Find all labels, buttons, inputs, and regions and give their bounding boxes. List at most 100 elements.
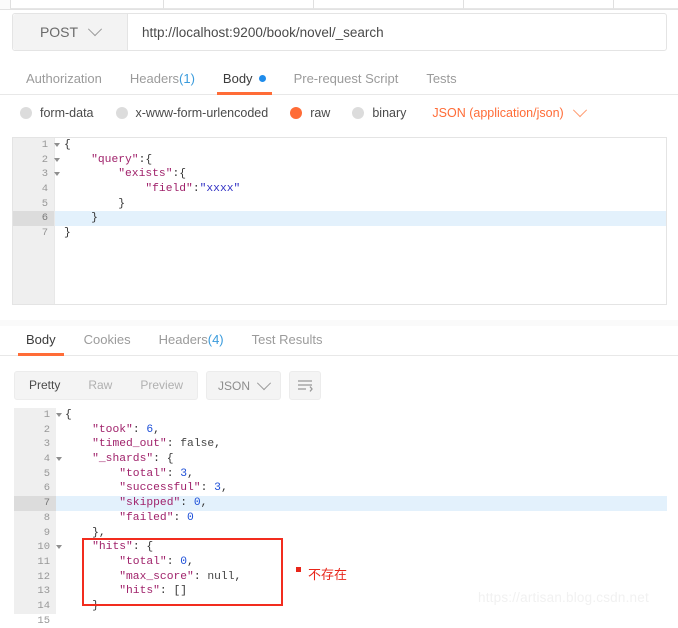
request-editor-gutter: 1234567 [13,138,55,304]
response-tab-cookies[interactable]: Cookies [70,324,145,356]
response-body-editor[interactable]: 123456789101112131415 { "took": 6, "time… [14,408,667,614]
browser-tab-fragment[interactable] [10,0,167,9]
code-line: "max_score": null, [56,570,667,585]
tab-label: Authorization [26,71,102,86]
tab-authorization[interactable]: Authorization [12,62,116,95]
unsaved-dot-icon [259,75,266,82]
browser-tab-fragment[interactable] [613,0,678,9]
tab-label: Headers [159,332,208,347]
line-number: 5 [14,467,56,482]
line-number: 12 [14,570,56,585]
response-view-mode-group: PrettyRawPreview [14,371,198,400]
pane-splitter[interactable] [0,306,678,321]
line-number: 3 [14,437,56,452]
annotation-marker-icon [296,567,301,572]
line-number: 4 [14,452,56,467]
browser-tab-fragment[interactable] [163,0,317,9]
line-number: 10 [14,540,56,555]
tab-pre-request-script[interactable]: Pre-request Script [280,62,413,95]
content-type-selector[interactable]: JSON (application/json) [432,106,584,120]
line-number: 8 [14,511,56,526]
code-line: { [55,138,666,153]
line-number: 1 [14,408,56,423]
watermark: https://artisan.blog.csdn.net [478,590,649,605]
tab-tests[interactable]: Tests [412,62,470,95]
tab-label: Headers [130,71,179,86]
body-type-label: binary [372,106,406,120]
code-line: } [55,226,666,241]
tab-label: Tests [426,71,456,86]
body-type-label: form-data [40,106,94,120]
response-editor-code[interactable]: { "took": 6, "timed_out": false, "_shard… [56,408,667,614]
request-body-editor[interactable]: 1234567 { "query":{ "exists":{ "field":"… [12,137,667,305]
line-number: 7 [14,496,56,511]
radio-icon [352,107,364,119]
tab-label: Pre-request Script [294,71,399,86]
chevron-down-icon [88,22,102,36]
response-tab-headers[interactable]: Headers (4) [145,324,238,356]
radio-icon [290,107,302,119]
code-line: "skipped": 0, [56,496,667,511]
browser-tab-fragment[interactable] [313,0,467,9]
request-tabs: Authorization Headers (1) Body Pre-request … [0,62,678,95]
line-number: 2 [13,153,54,168]
response-tab-body[interactable]: Body [12,324,70,356]
annotation-note: 不存在 [296,564,347,583]
annotation-text: 不存在 [308,564,347,583]
chevron-down-icon [573,103,587,117]
code-line: }, [56,526,667,541]
response-format-label: JSON [218,379,250,393]
body-type-form-data[interactable]: form-data [20,106,94,120]
request-url-input[interactable]: http://localhost:9200/book/novel/_search [128,14,666,50]
code-line: "hits": { [56,540,667,555]
response-format-selector[interactable]: JSON [206,371,281,400]
line-number: 2 [14,423,56,438]
code-line: "query":{ [55,153,666,168]
chevron-down-icon [257,376,271,390]
code-line: } [55,197,666,212]
code-line: "exists":{ [55,167,666,182]
body-type-x-www-form-urlencoded[interactable]: x-www-form-urlencoded [116,106,269,120]
request-body-type-row: form-datax-www-form-urlencodedrawbinary … [0,95,678,131]
wrap-lines-icon[interactable] [289,371,321,400]
view-mode-raw[interactable]: Raw [74,372,126,399]
browser-tab-strip [0,0,678,10]
line-number: 7 [13,226,54,241]
line-number: 6 [14,481,56,496]
radio-icon [20,107,32,119]
response-toolbar: PrettyRawPreview JSON [14,372,321,399]
code-line: "failed": 0 [56,511,667,526]
tab-label: Test Results [252,332,323,347]
request-editor-code[interactable]: { "query":{ "exists":{ "field":"xxxx" } … [55,138,666,304]
line-number: 3 [13,167,54,182]
body-type-label: x-www-form-urlencoded [136,106,269,120]
tab-body[interactable]: Body [209,62,280,95]
response-tab-test-results[interactable]: Test Results [238,324,337,356]
body-type-binary[interactable]: binary [352,106,406,120]
line-number: 11 [14,555,56,570]
code-line: "total": 3, [56,467,667,482]
line-number: 5 [13,197,54,212]
code-line: } [55,211,666,226]
body-type-label: raw [310,106,330,120]
tab-label: Body [223,71,253,86]
request-url-text: http://localhost:9200/book/novel/_search [142,25,384,40]
line-number: 9 [14,526,56,541]
tab-headers[interactable]: Headers (1) [116,62,209,95]
view-mode-preview[interactable]: Preview [126,372,197,399]
tab-count: (4) [208,332,224,347]
tab-count: (1) [179,71,195,86]
browser-tab-fragment[interactable] [463,0,617,9]
code-line: "total": 0, [56,555,667,570]
body-type-raw[interactable]: raw [290,106,330,120]
http-method-label: POST [40,24,78,40]
line-number: 1 [13,138,54,153]
view-mode-pretty[interactable]: Pretty [15,372,74,399]
http-method-selector[interactable]: POST [13,14,128,50]
content-type-label: JSON (application/json) [432,106,563,120]
tab-label: Cookies [84,332,131,347]
code-line: "took": 6, [56,423,667,438]
response-tabs: Body Cookies Headers (4) Test Results [0,324,678,356]
code-line: "field":"xxxx" [55,182,666,197]
tab-label: Body [26,332,56,347]
